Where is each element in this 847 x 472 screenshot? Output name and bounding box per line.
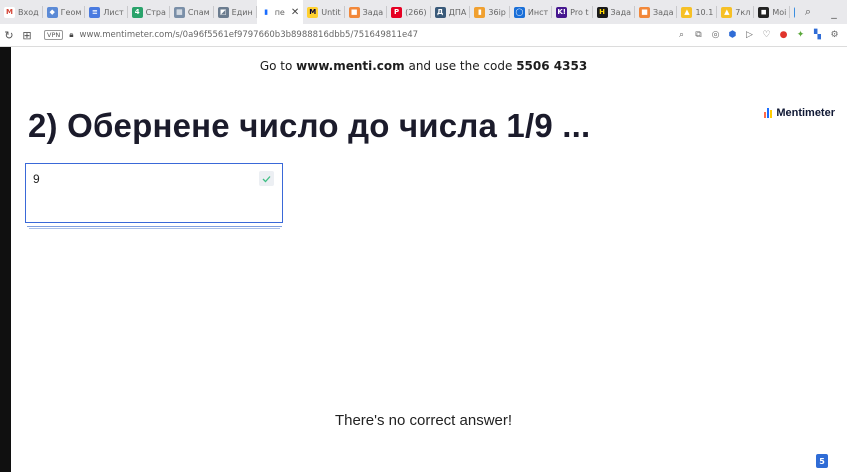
lock-icon: 🔒︎: [69, 30, 74, 39]
browser-tab[interactable]: ▦ Спам: [170, 0, 214, 24]
vpn-badge[interactable]: VPN: [44, 30, 64, 40]
answer-stack-edge: [29, 227, 280, 229]
browser-tab[interactable]: ◯ Инст: [510, 0, 553, 24]
tab-label: Зада: [610, 7, 631, 17]
tab-label: 10.1: [695, 7, 714, 17]
kahoot-icon: K!: [556, 6, 568, 18]
search-tabs-icon[interactable]: ⌕: [795, 5, 821, 19]
participants-count-badge[interactable]: 5: [816, 454, 828, 468]
unified-icon: ◩: [217, 6, 229, 18]
tab-label: Untit: [321, 7, 341, 17]
browser-tab[interactable]: H Зада: [593, 0, 635, 24]
brand-name: Mentimeter: [776, 107, 835, 119]
tab-strip: M Вход ◆ Геом ≡ Лист 4 Стра ▦ Спам ◩ Един ▮ пе ✕ M Untit…: [0, 0, 847, 24]
adblock-icon[interactable]: ●: [775, 30, 792, 40]
reload-icon[interactable]: ↻: [0, 29, 18, 42]
browser-tab[interactable]: ■ Зада: [345, 0, 388, 24]
tab-label: Лист: [103, 7, 124, 17]
pinterest-icon: P: [391, 6, 403, 18]
tab-label: Зада: [653, 7, 674, 17]
minimize-icon[interactable]: _: [821, 6, 847, 19]
answer-text: 9: [33, 172, 40, 186]
tab-label: Геом: [60, 7, 82, 17]
tab-label: Спам: [187, 7, 210, 17]
sheets-icon: ≡: [89, 6, 101, 18]
tab-label: Moi: [772, 7, 787, 17]
mentimeter-bars-icon: [764, 108, 773, 118]
left-edge-bar: [0, 47, 11, 472]
tab-label: (266): [405, 7, 427, 17]
browser-tab[interactable]: ▲ 10.1: [677, 0, 718, 24]
browser-tab[interactable]: ▲ 7кл: [717, 0, 755, 24]
address-bar: ↻ ⊞ VPN 🔒︎ www.mentimeter.com/s/0a96f556…: [0, 24, 847, 47]
close-tab-icon[interactable]: ✕: [291, 7, 299, 18]
instruction-code: 5506 4353: [516, 59, 588, 73]
moi-icon: ◼: [758, 6, 770, 18]
browser-tab[interactable]: Д ДПА: [431, 0, 471, 24]
camera-icon[interactable]: ◎: [707, 30, 724, 40]
tab-label: 7кл: [735, 7, 751, 17]
heart-icon[interactable]: ♡: [758, 30, 775, 40]
join-instructions: Go to www.menti.com and use the code 550…: [0, 59, 847, 73]
translate-icon[interactable]: ▚: [809, 30, 826, 40]
tab-label: Инст: [527, 7, 549, 17]
drive-icon: ▲: [681, 6, 693, 18]
tab-label: Един: [231, 7, 253, 17]
browser-tab[interactable]: ▮ 36ip: [470, 0, 510, 24]
mentimeter-icon: ▮: [260, 6, 272, 18]
window-controls: ⌕ _: [795, 0, 847, 24]
browser-tab[interactable]: 4 Стра: [128, 0, 170, 24]
tab-label: Pro t: [570, 7, 589, 17]
snapshot-icon[interactable]: ⧉: [690, 30, 707, 40]
miro-icon: M: [307, 6, 319, 18]
instagram-icon: ◯: [513, 6, 525, 18]
dpa-icon: Д: [434, 6, 446, 18]
task-icon: ■: [639, 6, 650, 18]
instruction-mid: and use the code: [404, 59, 517, 73]
browser-tab[interactable]: ◼ Moi: [754, 0, 791, 24]
check-icon: [259, 171, 274, 186]
shield-icon[interactable]: ⬢: [724, 30, 741, 40]
browser-tab[interactable]: K! Pro t: [552, 0, 593, 24]
settings-icon[interactable]: ⚙: [826, 30, 843, 40]
browser-tab[interactable]: M Вход: [0, 0, 43, 24]
task-icon: H: [596, 6, 608, 18]
geogebra-icon: ◆: [46, 6, 58, 18]
url-field[interactable]: www.mentimeter.com/s/0a96f5561ef9797660b…: [80, 30, 419, 40]
instruction-prefix: Go to: [259, 59, 297, 73]
question-title: 2) Обернене число до числа 1/9 ...: [28, 107, 591, 144]
browser-tab[interactable]: M Untit: [303, 0, 345, 24]
tab-label: пе: [274, 7, 285, 17]
instruction-site: www.menti.com: [296, 59, 405, 73]
gmail-icon: M: [4, 6, 15, 18]
drive-icon: ▲: [721, 6, 733, 18]
presentation-page: Go to www.menti.com and use the code 550…: [0, 47, 847, 472]
tab-label: 36ip: [488, 7, 506, 17]
tab-label: ДПА: [448, 7, 467, 17]
tab-label: Стра: [145, 7, 166, 17]
spam-icon: ▦: [173, 6, 185, 18]
page-icon: 4: [131, 6, 143, 18]
search-icon[interactable]: ⌕: [673, 30, 690, 40]
tab-label: Зада: [362, 7, 384, 17]
browser-tab[interactable]: ■ Зада: [635, 0, 678, 24]
browser-tab[interactable]: ≡ Лист: [85, 0, 128, 24]
task-icon: ■: [348, 6, 360, 18]
address-bar-actions: ⌕ ⧉ ◎ ⬢ ▷ ♡ ● ✦ ▚ ⚙: [673, 24, 843, 46]
bookmark-icon: ▮: [474, 6, 486, 18]
no-correct-answer-message: There's no correct answer!: [334, 412, 513, 429]
browser-tab[interactable]: ▮ пе ✕: [256, 0, 304, 24]
speed-dial-icon[interactable]: ⊞: [18, 29, 36, 42]
tab-label: Вход: [18, 7, 39, 17]
mentimeter-logo: Mentimeter: [764, 107, 835, 119]
extension-icon[interactable]: ✦: [792, 30, 809, 40]
browser-tab[interactable]: P (266): [387, 0, 431, 24]
answer-card: 9: [25, 163, 283, 223]
browser-tab[interactable]: ◩ Един: [214, 0, 257, 24]
browser-tab[interactable]: ◆ Геом: [43, 0, 86, 24]
send-icon[interactable]: ▷: [741, 30, 758, 40]
